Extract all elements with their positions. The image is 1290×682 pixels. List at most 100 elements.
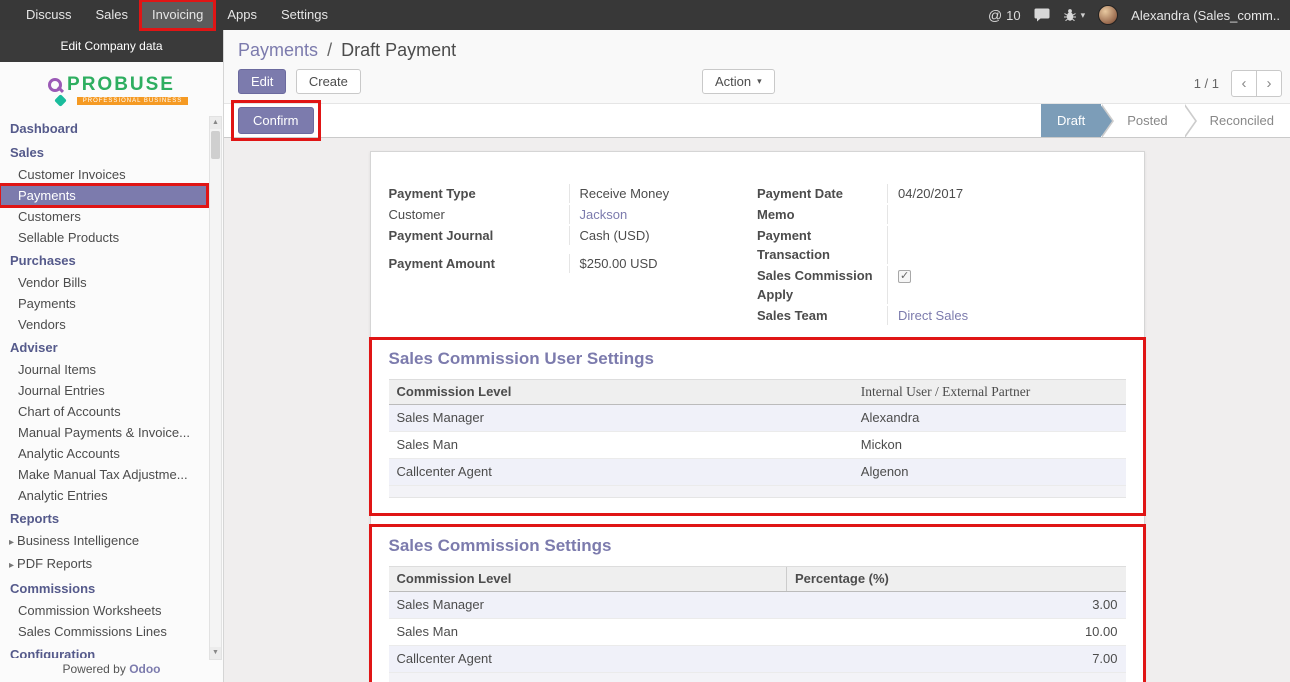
- sidebar-scrollbar[interactable]: ▲ ▼: [209, 116, 222, 660]
- debug-menu[interactable]: ▾: [1063, 8, 1086, 22]
- pager-previous-button[interactable]: ‹: [1231, 70, 1257, 97]
- logo-magnifier-icon: [48, 78, 62, 92]
- customer-link[interactable]: Jackson: [580, 207, 628, 222]
- table-row[interactable]: Callcenter Agent Algenon: [389, 459, 1126, 486]
- user-cell: Alexandra: [853, 405, 1126, 432]
- table-row[interactable]: Sales Man 10.00: [389, 619, 1126, 646]
- table-row[interactable]: Sales Manager 3.00: [389, 592, 1126, 619]
- sales-team-field: Sales Team Direct Sales: [757, 306, 1126, 325]
- company-logo: PROBUSE PROFESSIONAL BUSINESS: [0, 62, 223, 116]
- scroll-down-icon[interactable]: ▼: [210, 647, 221, 659]
- messages-icon[interactable]: [1034, 8, 1050, 22]
- sales-team-link[interactable]: Direct Sales: [898, 308, 968, 323]
- commission-settings-title: Sales Commission Settings: [389, 536, 1126, 556]
- commission-level-cell: Callcenter Agent: [389, 459, 853, 486]
- top-menu-item[interactable]: Apps: [215, 0, 269, 30]
- mentions-counter[interactable]: @ 10: [988, 7, 1021, 23]
- sidebar-item[interactable]: ▸Payments: [0, 185, 207, 206]
- table-row[interactable]: Sales Manager Alexandra: [389, 405, 1126, 432]
- payment-form: Payment Type Receive Money Customer Jack…: [389, 184, 1126, 327]
- sidebar-section-header[interactable]: Dashboard: [0, 118, 223, 140]
- sidebar-section-header[interactable]: Sales: [0, 142, 223, 164]
- sidebar-item[interactable]: ▸Manual Payments & Invoice...: [0, 422, 207, 443]
- expand-arrow-icon: ▸: [9, 560, 14, 571]
- sidebar-section: Sales ▸Customer Invoices ▸Payments: [0, 142, 223, 248]
- powered-by[interactable]: Powered by Odoo: [0, 658, 223, 682]
- scrollbar-track[interactable]: [210, 129, 221, 647]
- sidebar-section-header[interactable]: Commissions: [0, 578, 223, 600]
- action-dropdown[interactable]: Action ▾: [702, 69, 775, 94]
- table-row[interactable]: Callcenter Agent 7.00: [389, 646, 1126, 673]
- sidebar-item[interactable]: ▸Sellable Products: [0, 227, 207, 248]
- odoo-link[interactable]: Odoo: [129, 662, 160, 676]
- payment-amount-field: Payment Amount $250.00 USD: [389, 254, 746, 273]
- column-header-internal-user[interactable]: Internal User / External Partner: [853, 380, 1126, 405]
- logo-cube-icon: [54, 94, 67, 107]
- status-step[interactable]: Draft: [1041, 104, 1101, 137]
- edit-button[interactable]: Edit: [238, 69, 286, 94]
- table-empty-area: [389, 486, 1126, 498]
- pager: 1 / 1 ‹ ›: [1194, 70, 1282, 97]
- top-menu-item[interactable]: Invoicing: [140, 0, 215, 30]
- user-settings-section: Sales Commission User Settings Commissio…: [371, 339, 1144, 514]
- systray: @ 10 ▾ Alexandra (Sales_comm..: [988, 0, 1290, 30]
- sidebar-item[interactable]: ▸Journal Entries: [0, 380, 207, 401]
- commission-level-cell: Callcenter Agent: [389, 646, 787, 673]
- create-button[interactable]: Create: [296, 69, 361, 94]
- sales-commission-apply-checkbox[interactable]: ✓: [898, 270, 911, 283]
- confirm-button[interactable]: Confirm: [238, 107, 314, 134]
- checkmark-icon: ✓: [900, 267, 909, 286]
- top-menu-bar: Discuss Sales Invoicing Apps Settings: [0, 0, 340, 30]
- sidebar-item[interactable]: ▸Analytic Accounts: [0, 443, 207, 464]
- column-header-commission-level[interactable]: Commission Level: [389, 567, 787, 592]
- sidebar-section-header[interactable]: Reports: [0, 508, 223, 530]
- sidebar-section-header[interactable]: Adviser: [0, 337, 223, 359]
- scroll-up-icon[interactable]: ▲: [210, 117, 221, 129]
- breadcrumb-payments-link[interactable]: Payments: [238, 40, 318, 60]
- top-navbar: Discuss Sales Invoicing Apps Settings @ …: [0, 0, 1290, 30]
- column-header-percentage[interactable]: Percentage (%): [786, 567, 1125, 592]
- sidebar-item[interactable]: ▸Chart of Accounts: [0, 401, 207, 422]
- scrollbar-thumb[interactable]: [211, 131, 220, 159]
- sidebar-item[interactable]: ▸Journal Items: [0, 359, 207, 380]
- edit-company-data-button[interactable]: Edit Company data: [0, 30, 223, 62]
- caret-down-icon: ▾: [1081, 10, 1086, 21]
- at-mention-icon: @: [988, 7, 1002, 23]
- user-menu[interactable]: Alexandra (Sales_comm..: [1131, 8, 1280, 23]
- sidebar-item[interactable]: ▸Customers: [0, 206, 207, 227]
- table-row[interactable]: Sales Man Mickon: [389, 432, 1126, 459]
- sidebar-item[interactable]: ▸Commission Worksheets: [0, 600, 207, 621]
- sidebar-item[interactable]: ▸Business Intelligence: [0, 530, 207, 553]
- sidebar-item[interactable]: ▸Make Manual Tax Adjustme...: [0, 464, 207, 485]
- avatar[interactable]: [1098, 5, 1118, 25]
- sidebar-item[interactable]: ▸Payments: [0, 293, 207, 314]
- sidebar-item[interactable]: ▸Sales Commissions Lines: [0, 621, 207, 642]
- sidebar-section-header[interactable]: Purchases: [0, 250, 223, 272]
- sidebar-item[interactable]: ▸PDF Reports: [0, 553, 207, 576]
- breadcrumb-current: Draft Payment: [341, 40, 456, 60]
- sidebar-item[interactable]: ▸Vendors: [0, 314, 207, 335]
- sidebar-section: Purchases ▸Vendor Bills ▸Payments: [0, 250, 223, 335]
- percentage-cell: 7.00: [786, 646, 1125, 673]
- top-menu-item[interactable]: Discuss: [14, 0, 84, 30]
- control-panel: Payments / Draft Payment Edit Create Act…: [224, 30, 1290, 103]
- sidebar-item[interactable]: ▸Analytic Entries: [0, 485, 207, 506]
- commission-level-cell: Sales Manager: [389, 405, 853, 432]
- column-header-commission-level[interactable]: Commission Level: [389, 380, 853, 405]
- commission-level-cell: Sales Man: [389, 432, 853, 459]
- top-menu-item[interactable]: Sales: [84, 0, 141, 30]
- memo-field: Memo: [757, 205, 1126, 224]
- form-sheet: Payment Type Receive Money Customer Jack…: [370, 151, 1145, 682]
- pager-next-button[interactable]: ›: [1256, 70, 1282, 97]
- top-menu-item[interactable]: Settings: [269, 0, 340, 30]
- sales-commission-apply-field: Sales Commission Apply ✓: [757, 266, 1126, 304]
- user-settings-title: Sales Commission User Settings: [389, 349, 1126, 369]
- sidebar-item[interactable]: ▸Vendor Bills: [0, 272, 207, 293]
- status-step[interactable]: Reconciled: [1184, 104, 1290, 137]
- sidebar-section: Adviser ▸Journal Items ▸Journal Entries: [0, 337, 223, 506]
- mention-count: 10: [1006, 8, 1020, 23]
- sidebar-item[interactable]: ▸Customer Invoices: [0, 164, 207, 185]
- breadcrumb-separator: /: [327, 40, 332, 60]
- status-steps: Draft Posted Reconciled: [1041, 104, 1290, 137]
- logo-subtitle: PROFESSIONAL BUSINESS: [77, 97, 188, 105]
